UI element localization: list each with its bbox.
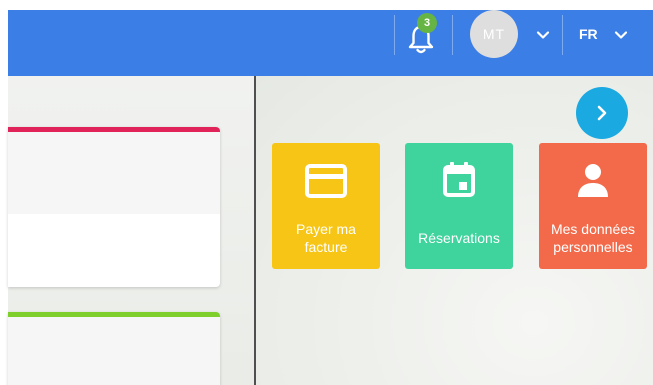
top-bar: 3 MT FR	[8, 10, 653, 76]
divider	[562, 15, 563, 55]
card-header	[8, 312, 220, 385]
left-panel	[8, 76, 254, 385]
page: 3 MT FR Payer ma facture Réservations Me…	[0, 0, 653, 385]
tile-icon-wrap	[539, 163, 647, 199]
tile-icon-wrap	[405, 162, 513, 199]
card-header	[8, 127, 220, 214]
next-button[interactable]	[576, 87, 628, 139]
tile-label: Réservations	[418, 230, 500, 246]
calendar-icon	[443, 162, 475, 197]
info-card[interactable]	[8, 127, 220, 287]
notification-count-badge: 3	[417, 13, 437, 33]
tile-icon-wrap	[272, 163, 380, 199]
info-card[interactable]	[8, 312, 220, 385]
chevron-right-icon	[597, 105, 607, 121]
personal-data-tile[interactable]: Mes données personnelles	[539, 143, 647, 269]
divider	[394, 15, 395, 55]
chevron-down-icon[interactable]	[614, 29, 628, 41]
user-avatar[interactable]: MT	[470, 10, 518, 58]
credit-card-icon	[305, 164, 347, 198]
person-icon	[578, 164, 608, 197]
language-selector[interactable]: FR	[579, 24, 598, 44]
reservations-tile[interactable]: Réservations	[405, 143, 513, 269]
tile-label: Payer ma facture	[296, 221, 356, 255]
pay-invoice-tile[interactable]: Payer ma facture	[272, 143, 380, 269]
tile-label: Mes données personnelles	[550, 221, 636, 255]
chevron-down-icon[interactable]	[536, 29, 550, 41]
divider	[452, 15, 453, 55]
